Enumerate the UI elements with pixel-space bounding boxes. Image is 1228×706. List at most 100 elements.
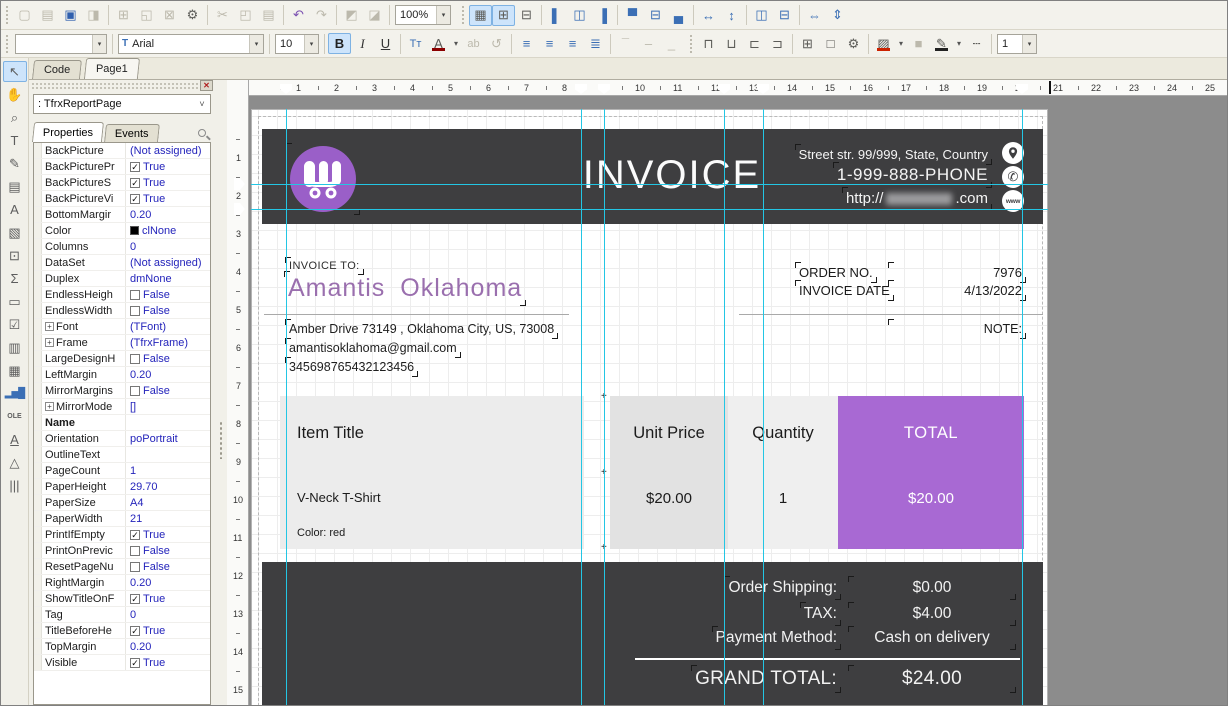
customer-name-text[interactable]: Amantis Oklahoma xyxy=(288,274,522,303)
prop-value[interactable]: ✓True xyxy=(126,625,210,637)
align-v-centers-button[interactable]: ⊟ xyxy=(644,5,667,26)
guide-marker[interactable] xyxy=(280,84,292,94)
show-grid-button[interactable]: ▦ xyxy=(469,5,492,26)
shipping-label[interactable]: Order Shipping: xyxy=(728,579,837,597)
prop-row-Name[interactable]: Name xyxy=(34,415,210,431)
prop-value[interactable]: poPortrait xyxy=(126,433,210,445)
prop-row-PaperSize[interactable]: PaperSizeA4 xyxy=(34,495,210,511)
line-color-button[interactable]: ✎ xyxy=(930,33,953,54)
frame-top-button[interactable]: ⊓ xyxy=(697,33,720,54)
checkbox-icon[interactable]: ✓ xyxy=(130,594,140,604)
table-object[interactable]: ▥ xyxy=(3,337,27,358)
fill-color-button[interactable]: ▨ xyxy=(872,33,895,54)
chevron-down-icon[interactable]: ▾ xyxy=(436,6,450,24)
table-column-unit-price[interactable]: Unit Price $20.00 xyxy=(610,396,728,549)
prop-value[interactable]: 0.20 xyxy=(126,641,210,653)
subreport-object[interactable]: ⊡ xyxy=(3,245,27,266)
copy-button[interactable]: ◰ xyxy=(234,5,257,26)
prop-row-Duplex[interactable]: DuplexdmNone xyxy=(34,271,210,287)
prop-row-MirrorMargins[interactable]: MirrorMarginsFalse xyxy=(34,383,210,399)
checkbox-icon[interactable] xyxy=(130,290,140,300)
expand-icon[interactable]: + xyxy=(45,338,54,347)
prop-value[interactable]: clNone xyxy=(126,225,210,237)
center-horizontally-button[interactable]: ◫ xyxy=(750,5,773,26)
table-column-item-title[interactable]: Item Title V-Neck T-Shirt Color: red xyxy=(280,396,584,549)
prop-row-BackPictureS[interactable]: BackPictureS✓True xyxy=(34,175,210,191)
prop-value[interactable]: (TFont) xyxy=(126,321,210,333)
preview-button[interactable]: ◨ xyxy=(82,5,105,26)
vertical-guide-line[interactable] xyxy=(581,109,582,705)
frame-settings-button[interactable]: ⚙ xyxy=(842,33,865,54)
company-address-text[interactable]: Street str. 99/999, State, Country xyxy=(799,147,988,162)
prop-row-Tag[interactable]: Tag0 xyxy=(34,607,210,623)
prop-row-MirrorMode[interactable]: +MirrorMode[] xyxy=(34,399,210,415)
prop-value[interactable]: A4 xyxy=(126,497,210,509)
guide-marker[interactable] xyxy=(234,178,245,190)
prop-row-Visible[interactable]: Visible✓True xyxy=(34,655,210,671)
inspector-grip[interactable] xyxy=(31,82,199,91)
prop-row-DataSet[interactable]: DataSet(Not assigned) xyxy=(34,255,210,271)
customer-email-text[interactable]: amantisoklahoma@gmail.com xyxy=(289,341,457,355)
text-edit-tool[interactable]: T xyxy=(3,130,27,151)
payment-method-value[interactable]: Cash on delivery xyxy=(852,629,1012,647)
prop-value[interactable]: dmNone xyxy=(126,273,210,285)
order-no-value[interactable]: 7976 xyxy=(892,265,1022,280)
chevron-down-icon[interactable]: ▾ xyxy=(1022,35,1036,53)
table-column-total[interactable]: TOTAL $20.00 xyxy=(838,396,1024,549)
text-align-left-button[interactable]: ≡ xyxy=(515,33,538,54)
prop-row-PaperWidth[interactable]: PaperWidth21 xyxy=(34,511,210,527)
valign-bottom-button[interactable]: _ xyxy=(660,33,683,54)
page-footer-band[interactable]: Order Shipping: $0.00 TAX: $4.00 Payment… xyxy=(262,562,1043,705)
delete-guides-icon[interactable]: ✕ xyxy=(200,80,213,91)
table-column-quantity[interactable]: Quantity 1 xyxy=(728,396,838,549)
checkbox-icon[interactable] xyxy=(130,354,140,364)
prop-row-RightMargin[interactable]: RightMargin0.20 xyxy=(34,575,210,591)
zoom-select[interactable]: 100%▾ xyxy=(395,5,451,25)
checkbox-icon[interactable]: ✓ xyxy=(130,194,140,204)
text-align-right-button[interactable]: ≡ xyxy=(561,33,584,54)
column-header[interactable]: TOTAL xyxy=(838,424,1024,443)
undo-button[interactable]: ↶ xyxy=(287,5,310,26)
prop-value[interactable]: (Not assigned) xyxy=(126,257,210,269)
prop-value[interactable]: False xyxy=(126,561,210,573)
tab-page1[interactable]: Page1 xyxy=(84,58,140,79)
paste-button[interactable]: ▤ xyxy=(257,5,280,26)
prop-row-Frame[interactable]: +Frame(TfrxFrame) xyxy=(34,335,210,351)
page-settings-button[interactable]: ⚙ xyxy=(181,5,204,26)
prop-row-BottomMargir[interactable]: BottomMargir0.20 xyxy=(34,207,210,223)
checkbox-icon[interactable] xyxy=(130,306,140,316)
prop-value[interactable]: 1 xyxy=(126,465,210,477)
prop-value[interactable]: ✓True xyxy=(126,161,210,173)
prop-value[interactable]: False xyxy=(126,353,210,365)
column-header[interactable]: Quantity xyxy=(728,424,838,443)
tax-value[interactable]: $4.00 xyxy=(852,605,1012,623)
design-canvas[interactable]: INVOICE Street str. 99/999, State, Count… xyxy=(249,96,1227,705)
prop-value[interactable]: 0.20 xyxy=(126,577,210,589)
font-settings-button[interactable]: Tт xyxy=(404,33,427,54)
checkbox-icon[interactable] xyxy=(130,562,140,572)
prop-row-PageCount[interactable]: PageCount1 xyxy=(34,463,210,479)
prop-row-PaperHeight[interactable]: PaperHeight29.70 xyxy=(34,479,210,495)
prop-value[interactable]: ✓True xyxy=(126,657,210,669)
expand-icon[interactable]: + xyxy=(45,402,54,411)
align-to-grid-button[interactable]: ⊞ xyxy=(492,5,515,26)
toolbar-grip[interactable] xyxy=(689,34,694,54)
prop-row-Columns[interactable]: Columns0 xyxy=(34,239,210,255)
checkbox-icon[interactable]: ✓ xyxy=(130,658,140,668)
checkbox-icon[interactable] xyxy=(130,546,140,556)
vertical-guide-line[interactable] xyxy=(1022,109,1023,705)
center-vertically-button[interactable]: ⊟ xyxy=(773,5,796,26)
company-phone-text[interactable]: 1-999-888-PHONE xyxy=(837,165,988,185)
prop-row-BackPicturePr[interactable]: BackPicturePr✓True xyxy=(34,159,210,175)
note-label[interactable]: NOTE: xyxy=(892,322,1022,336)
prop-value[interactable]: (Not assigned) xyxy=(126,145,210,157)
group-button[interactable]: ◩ xyxy=(340,5,363,26)
line-color-caret[interactable]: ▾ xyxy=(953,33,965,54)
align-bottom-edges-button[interactable]: ▄ xyxy=(667,5,690,26)
tab-properties[interactable]: Properties xyxy=(32,122,104,142)
chevron-down-icon[interactable]: ▾ xyxy=(249,35,263,53)
frame-bottom-button[interactable]: ⊔ xyxy=(720,33,743,54)
highlight-button[interactable]: ab xyxy=(462,33,485,54)
prop-row-ResetPageNu[interactable]: ResetPageNuFalse xyxy=(34,559,210,575)
prop-value[interactable]: 0.20 xyxy=(126,209,210,221)
